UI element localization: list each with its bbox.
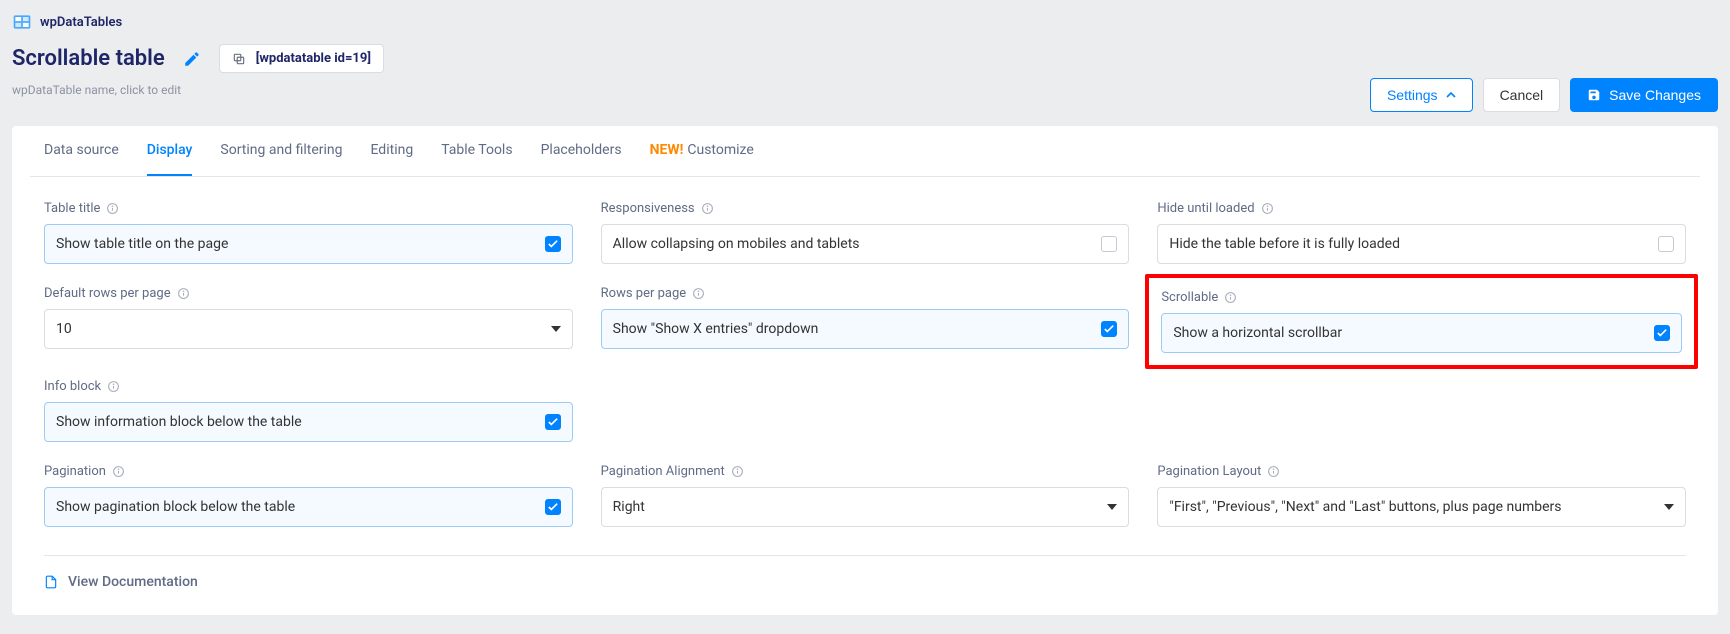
cancel-button[interactable]: Cancel: [1483, 78, 1561, 112]
tab-sorting[interactable]: Sorting and filtering: [220, 126, 342, 176]
info-icon[interactable]: [692, 287, 705, 300]
field-info-block: Info block Show information block below …: [44, 379, 573, 442]
new-badge: NEW!: [650, 142, 684, 158]
checkbox-scrollable[interactable]: [1654, 325, 1670, 341]
copy-icon[interactable]: [232, 52, 246, 66]
highlight-scrollable: Scrollable Show a horizontal scrollbar: [1145, 274, 1698, 369]
divider: [44, 555, 1686, 556]
select-pagination-alignment[interactable]: Right: [601, 487, 1130, 527]
toggle-info-block[interactable]: Show information block below the table: [44, 402, 573, 442]
chevron-down-icon: [1664, 504, 1674, 510]
checkbox-info-block[interactable]: [545, 414, 561, 430]
brand-bar: wpDataTables: [12, 12, 1718, 32]
toggle-info-text: Show information block below the table: [56, 414, 302, 430]
info-icon[interactable]: [1224, 291, 1237, 304]
label-default-rows: Default rows per page: [44, 286, 171, 301]
info-icon[interactable]: [731, 465, 744, 478]
tabs-bar: Data source Display Sorting and filterin…: [30, 126, 1700, 177]
label-rows-per-page: Rows per page: [601, 286, 687, 301]
label-pagination-layout: Pagination Layout: [1157, 464, 1261, 479]
info-icon[interactable]: [107, 380, 120, 393]
settings-panel: Data source Display Sorting and filterin…: [12, 126, 1718, 615]
checkbox-table-title[interactable]: [545, 236, 561, 252]
tab-data-source[interactable]: Data source: [44, 126, 119, 176]
label-hide-until-loaded: Hide until loaded: [1157, 201, 1254, 216]
field-table-title: Table title Show table title on the page: [44, 201, 573, 264]
save-label: Save Changes: [1609, 87, 1701, 103]
select-default-rows[interactable]: 10: [44, 309, 573, 349]
checkbox-hide-until-loaded[interactable]: [1658, 236, 1674, 252]
toggle-pagination-text: Show pagination block below the table: [56, 499, 295, 515]
info-icon[interactable]: [701, 202, 714, 215]
tab-table-tools[interactable]: Table Tools: [441, 126, 512, 176]
toggle-responsiveness-text: Allow collapsing on mobiles and tablets: [613, 236, 860, 252]
tab-editing[interactable]: Editing: [370, 126, 413, 176]
save-button[interactable]: Save Changes: [1570, 78, 1718, 112]
tab-placeholders[interactable]: Placeholders: [541, 126, 622, 176]
shortcode-text[interactable]: [wpdatatable id=19]: [256, 51, 371, 66]
settings-label: Settings: [1387, 87, 1438, 103]
label-table-title: Table title: [44, 201, 100, 216]
document-icon: [44, 575, 58, 589]
edit-title-icon[interactable]: [183, 50, 201, 68]
brand-name: wpDataTables: [40, 15, 122, 30]
settings-button[interactable]: Settings: [1370, 78, 1473, 112]
cancel-label: Cancel: [1500, 87, 1544, 103]
checkbox-rows-per-page[interactable]: [1101, 321, 1117, 337]
field-pagination: Pagination Show pagination block below t…: [44, 464, 573, 527]
chevron-down-icon: [1107, 504, 1117, 510]
label-scrollable: Scrollable: [1161, 290, 1218, 305]
info-icon[interactable]: [177, 287, 190, 300]
header-actions: Settings Cancel Save Changes: [1370, 78, 1718, 112]
doc-link-label: View Documentation: [68, 574, 198, 590]
toggle-table-title-text: Show table title on the page: [56, 236, 228, 252]
select-default-rows-value: 10: [56, 321, 72, 337]
field-responsiveness: Responsiveness Allow collapsing on mobil…: [601, 201, 1130, 264]
shortcode-box: [wpdatatable id=19]: [219, 44, 384, 73]
toggle-pagination[interactable]: Show pagination block below the table: [44, 487, 573, 527]
info-icon[interactable]: [1261, 202, 1274, 215]
toggle-rows-text: Show "Show X entries" dropdown: [613, 321, 819, 337]
chevron-down-icon: [551, 326, 561, 332]
toggle-responsiveness[interactable]: Allow collapsing on mobiles and tablets: [601, 224, 1130, 264]
view-documentation-link[interactable]: View Documentation: [30, 574, 212, 590]
info-icon[interactable]: [1267, 465, 1280, 478]
brand-logo-icon: [12, 12, 32, 32]
toggle-table-title[interactable]: Show table title on the page: [44, 224, 573, 264]
select-align-value: Right: [613, 499, 645, 515]
toggle-scrollable-text: Show a horizontal scrollbar: [1173, 325, 1342, 341]
label-pagination-alignment: Pagination Alignment: [601, 464, 725, 479]
label-info-block: Info block: [44, 379, 101, 394]
chevron-up-icon: [1446, 90, 1456, 100]
tab-display[interactable]: Display: [147, 126, 193, 176]
field-scrollable: Scrollable Show a horizontal scrollbar: [1161, 290, 1682, 353]
info-icon[interactable]: [106, 202, 119, 215]
field-pagination-layout: Pagination Layout "First", "Previous", "…: [1157, 464, 1686, 527]
field-default-rows: Default rows per page 10: [44, 286, 573, 357]
toggle-scrollable[interactable]: Show a horizontal scrollbar: [1161, 313, 1682, 353]
page-title[interactable]: Scrollable table: [12, 46, 165, 71]
toggle-rows-per-page[interactable]: Show "Show X entries" dropdown: [601, 309, 1130, 349]
save-icon: [1587, 88, 1601, 102]
field-rows-per-page: Rows per page Show "Show X entries" drop…: [601, 286, 1130, 357]
info-icon[interactable]: [112, 465, 125, 478]
field-pagination-alignment: Pagination Alignment Right: [601, 464, 1130, 527]
toggle-hide-until-loaded[interactable]: Hide the table before it is fully loaded: [1157, 224, 1686, 264]
toggle-hide-text: Hide the table before it is fully loaded: [1169, 236, 1400, 252]
label-pagination: Pagination: [44, 464, 106, 479]
select-pagination-layout[interactable]: "First", "Previous", "Next" and "Last" b…: [1157, 487, 1686, 527]
tab-customize-label: Customize: [687, 142, 753, 158]
tab-customize[interactable]: NEW!Customize: [650, 126, 754, 176]
checkbox-pagination[interactable]: [545, 499, 561, 515]
field-hide-until-loaded: Hide until loaded Hide the table before …: [1157, 201, 1686, 264]
page-subtitle: wpDataTable name, click to edit: [12, 83, 384, 97]
select-layout-value: "First", "Previous", "Next" and "Last" b…: [1169, 499, 1561, 515]
label-responsiveness: Responsiveness: [601, 201, 695, 216]
checkbox-responsiveness[interactable]: [1101, 236, 1117, 252]
